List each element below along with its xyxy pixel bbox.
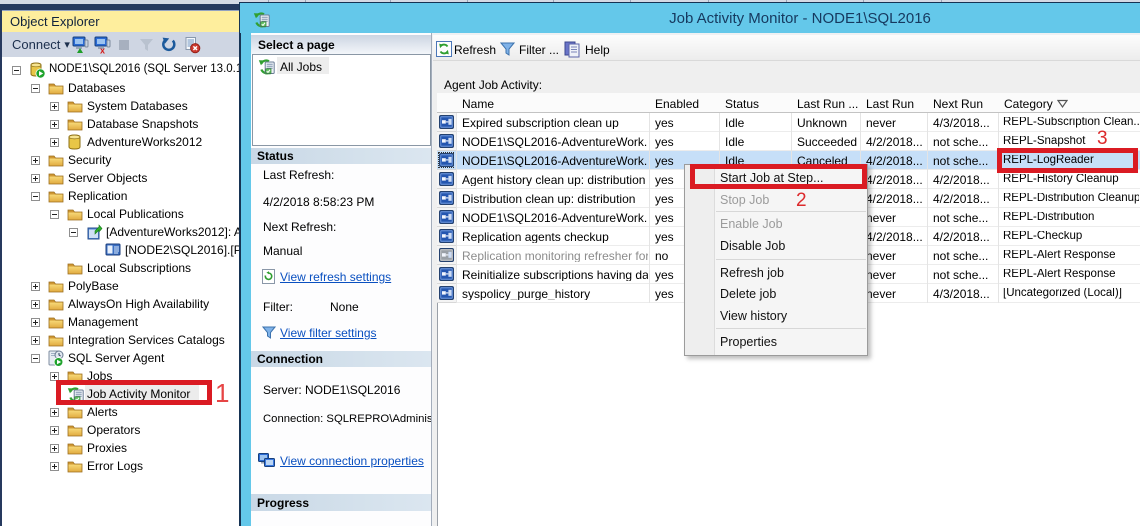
svg-text:x: x: [100, 46, 105, 55]
